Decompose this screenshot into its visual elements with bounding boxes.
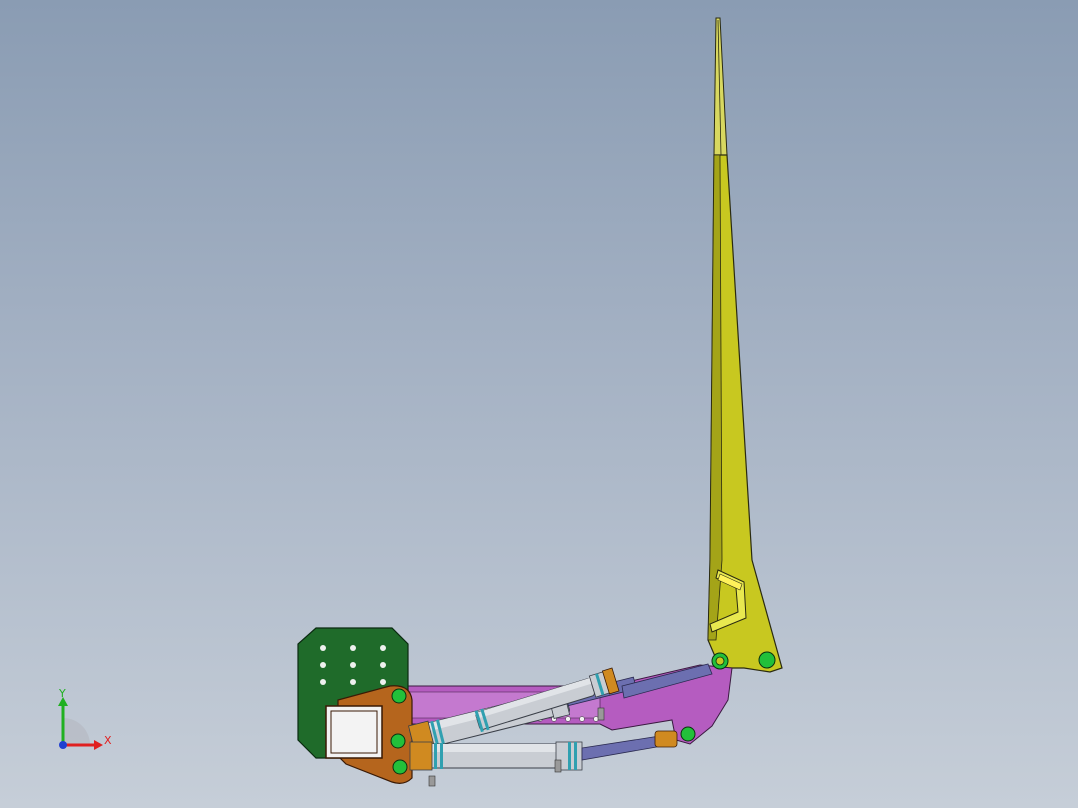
- pivot-pin: [758, 651, 776, 669]
- pivot-pin: [391, 688, 407, 704]
- z-axis-icon: [59, 741, 67, 749]
- graphics-viewport[interactable]: Y X: [0, 0, 1078, 808]
- pivot-pin: [392, 759, 408, 775]
- pivot-pin: [390, 733, 406, 749]
- boom-arm[interactable]: [707, 17, 783, 673]
- x-axis-label: X: [104, 734, 112, 747]
- cad-model-view[interactable]: Y X: [0, 0, 1078, 808]
- pivot-pin: [680, 726, 696, 742]
- coordinate-triad: Y X: [58, 687, 112, 750]
- y-axis-label: Y: [58, 687, 66, 700]
